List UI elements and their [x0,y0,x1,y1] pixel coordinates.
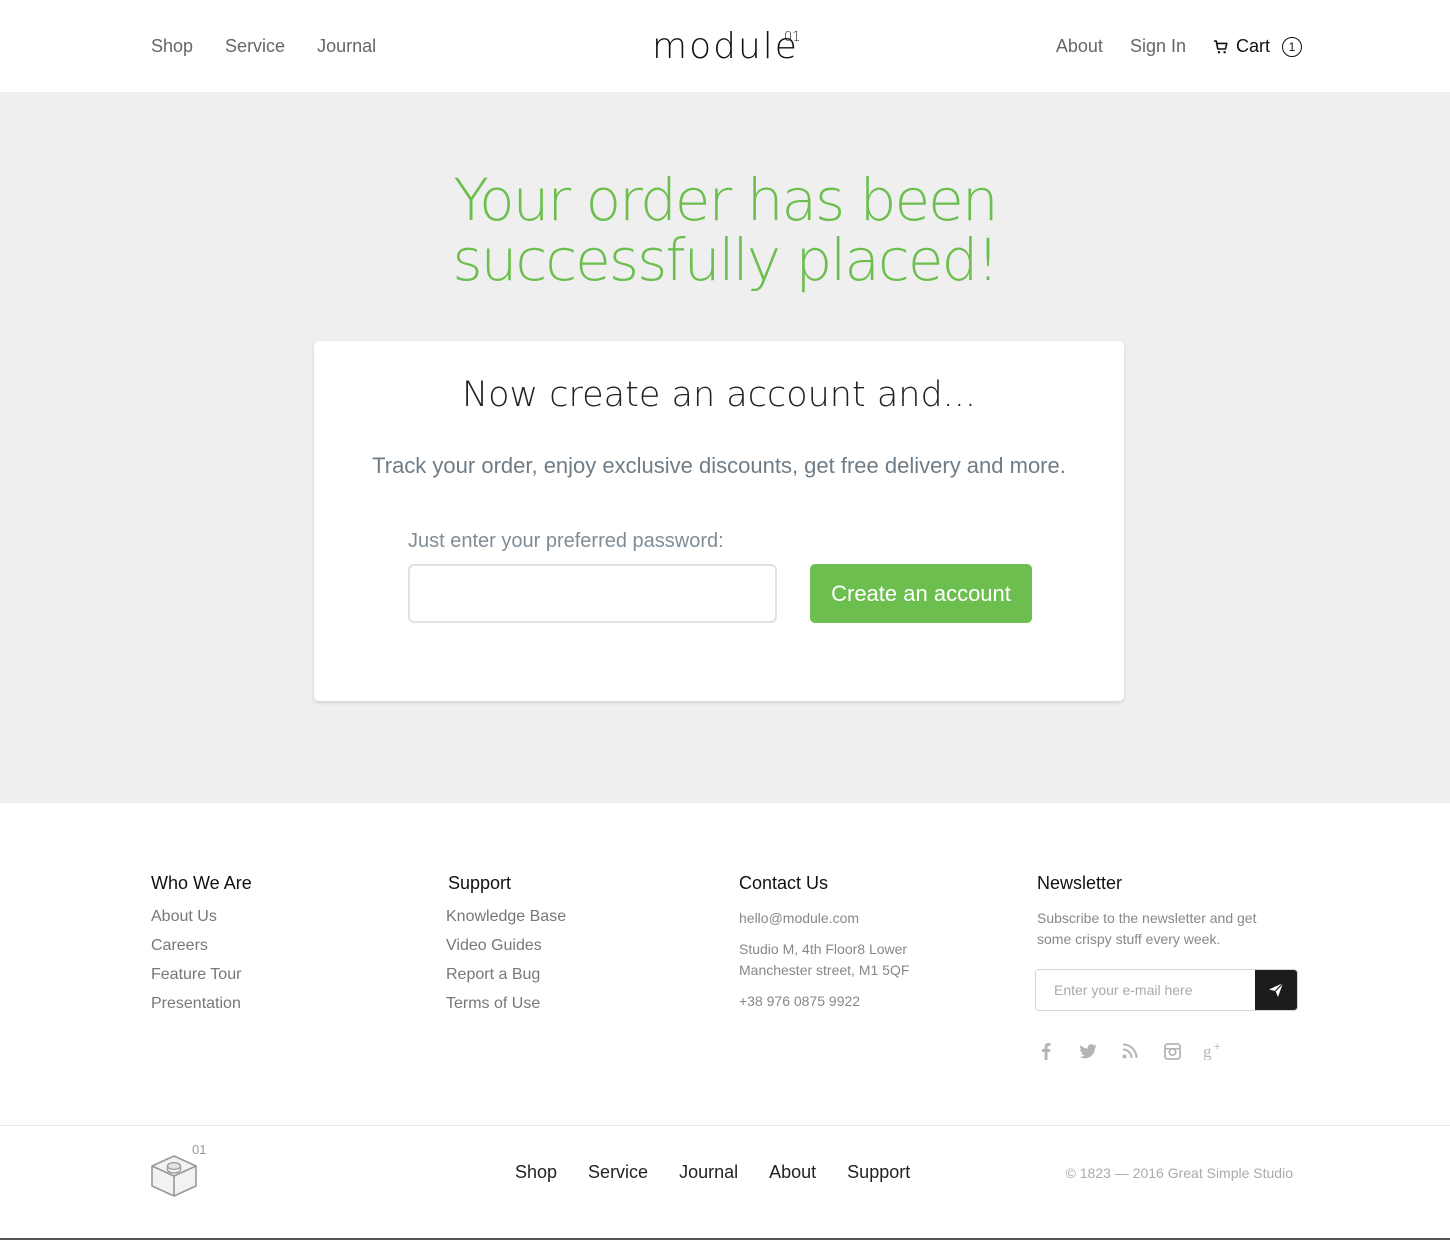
contact-address-line-2: Manchester street, M1 5QF [739,962,910,978]
card-title: Now create an account and... [461,375,977,415]
social-links: g + [1034,1040,1226,1062]
footer-link-careers[interactable]: Careers [151,937,252,955]
order-confirmation-section: Your order has been successfully placed!… [0,92,1450,803]
footer-nav-about[interactable]: About [769,1162,816,1183]
footer-link-about-us[interactable]: About Us [151,908,252,926]
footer-heading-newsletter: Newsletter [1037,873,1123,893]
logo-text: module [652,26,799,67]
order-success-title: Your order has been successfully placed! [0,170,1450,290]
rss-icon[interactable] [1118,1040,1142,1062]
logo-superscript: 01 [784,30,801,45]
footer-nav-support[interactable]: Support [847,1162,910,1183]
footer-link-feature-tour[interactable]: Feature Tour [151,966,252,984]
footer-support: Support Knowledge Base Video Guides Repo… [446,873,566,1024]
cart-label: Cart [1235,36,1270,56]
send-icon [1269,982,1284,997]
bottom-bar: 01 Shop Service Journal About Support © … [0,1125,1450,1240]
cart-link[interactable]: Cart 1 [1213,36,1302,57]
card-subtitle: Track your order, enjoy exclusive discou… [372,453,1066,478]
footer-heading-contact: Contact Us [739,873,829,893]
nav-journal[interactable]: Journal [317,36,376,57]
title-line-2: successfully placed! [452,226,999,294]
nav-shop[interactable]: Shop [151,36,193,57]
contact-phone: +38 976 0875 9922 [739,993,861,1009]
contact-address-line-1: Studio M, 4th Floor8 Lower [739,941,908,957]
instagram-icon[interactable] [1160,1040,1184,1062]
twitter-icon[interactable] [1076,1040,1100,1062]
password-label: Just enter your preferred password: [408,530,724,552]
footer-nav-service[interactable]: Service [588,1162,648,1183]
nav-service[interactable]: Service [225,36,285,57]
site-header: Shop Service Journal module 01 About Sign… [0,0,1450,92]
account-nav: About Sign In Cart 1 [1056,36,1302,57]
contact-email[interactable]: hello@module.com [739,908,909,929]
newsletter-email-input[interactable] [1036,970,1255,1010]
module-cube-icon [151,1155,197,1197]
newsletter-form [1035,969,1298,1011]
newsletter-text-line-2: some crispy stuff every week. [1037,931,1221,947]
footer-contact: Contact Us hello@module.com Studio M, 4t… [739,873,909,1012]
create-account-card: Now create an account and... Track your … [314,341,1124,701]
footer-link-presentation[interactable]: Presentation [151,995,252,1013]
copyright-text: © 1823 — 2016 Great Simple Studio [1065,1165,1293,1181]
svg-text:+: + [1214,1042,1220,1053]
facebook-icon[interactable] [1034,1040,1058,1062]
primary-nav: Shop Service Journal [151,36,376,57]
footer-who-we-are: Who We Are About Us Careers Feature Tour… [151,873,252,1024]
title-line-1: Your order has been [453,166,998,234]
site-logo[interactable]: module 01 [652,26,801,67]
footer-newsletter: Newsletter Subscribe to the newsletter a… [1037,873,1299,950]
footer-link-report-bug[interactable]: Report a Bug [446,966,566,984]
nav-sign-in[interactable]: Sign In [1130,36,1186,57]
footer-link-video-guides[interactable]: Video Guides [446,937,566,955]
svg-text:g: g [1203,1042,1212,1060]
google-plus-icon[interactable]: g + [1202,1040,1226,1062]
footer-nav: Shop Service Journal About Support [515,1162,910,1183]
footer-link-terms[interactable]: Terms of Use [446,995,566,1013]
newsletter-text-line-1: Subscribe to the newsletter and get [1037,910,1257,926]
password-input[interactable] [408,564,777,623]
footer-logo[interactable]: 01 [150,1142,212,1200]
footer-logo-superscript: 01 [192,1142,207,1157]
nav-about[interactable]: About [1056,36,1103,57]
newsletter-submit-button[interactable] [1255,970,1297,1010]
footer-heading-who-we-are: Who We Are [151,873,252,893]
footer-nav-journal[interactable]: Journal [679,1162,738,1183]
footer-nav-shop[interactable]: Shop [515,1162,557,1183]
cart-count-badge: 1 [1282,36,1302,57]
footer-heading-support: Support [448,873,512,893]
create-account-button[interactable]: Create an account [810,564,1032,623]
cart-icon [1213,39,1228,53]
footer-link-knowledge-base[interactable]: Knowledge Base [446,908,566,926]
